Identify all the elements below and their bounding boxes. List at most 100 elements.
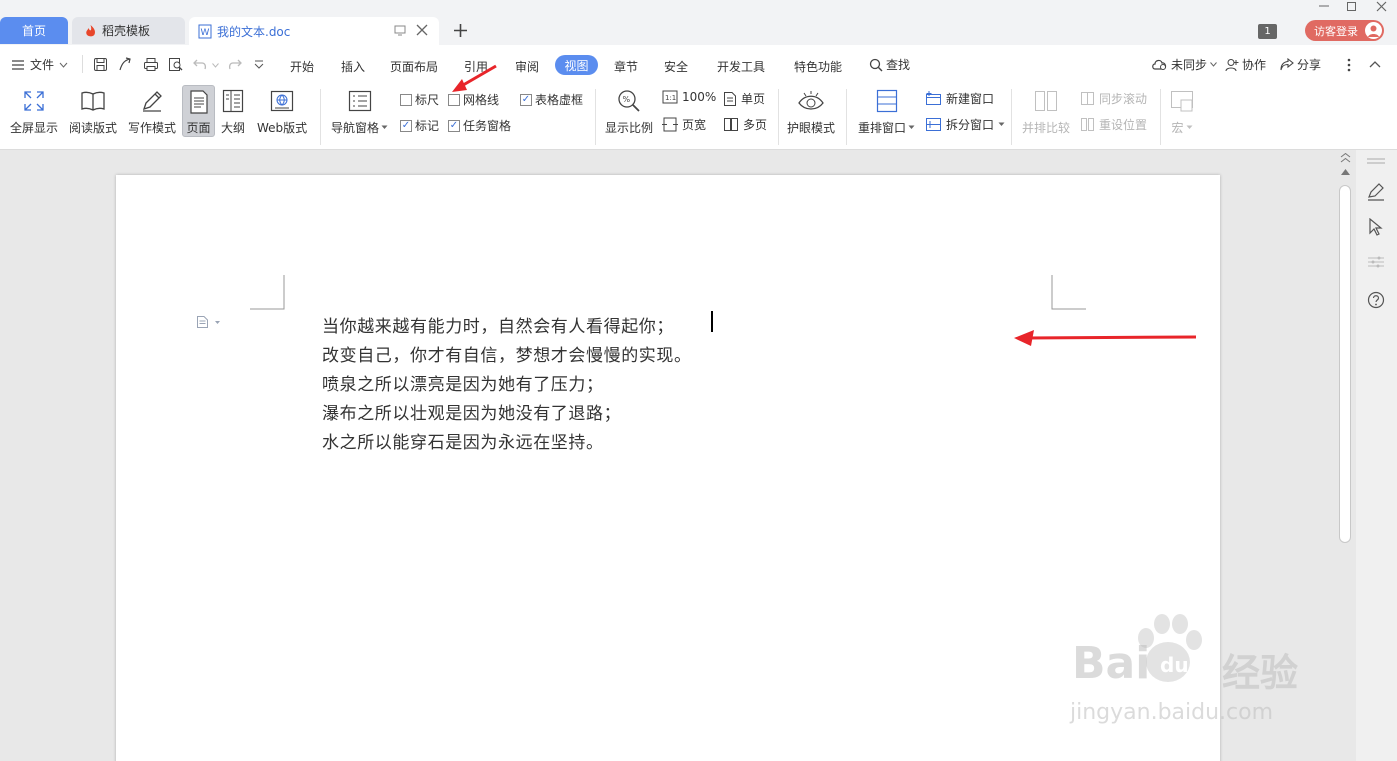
watermark-url: jingyan.baidu.com <box>1070 700 1274 725</box>
zoom-ratio-button[interactable]: % 显示比例 <box>605 88 653 136</box>
menu-insert[interactable]: 插入 <box>341 58 365 75</box>
side-by-side-icon <box>1034 88 1058 114</box>
more-options-icon[interactable] <box>1347 58 1351 72</box>
multi-page-button[interactable]: 多页 <box>723 116 767 133</box>
outline-button[interactable]: 大纲 <box>221 88 245 136</box>
collapse-ribbon-icon[interactable] <box>1369 60 1381 68</box>
ruler-label: 标尺 <box>415 93 440 107</box>
single-page-label: 单页 <box>741 92 766 106</box>
menu-review[interactable]: 审阅 <box>515 58 539 75</box>
menu-developer[interactable]: 开发工具 <box>717 58 765 75</box>
menu-start[interactable]: 开始 <box>290 58 314 75</box>
close-tab-icon[interactable] <box>416 24 428 36</box>
zoom-ratio-label: 显示比例 <box>605 121 654 135</box>
pin-window-icon[interactable] <box>394 25 406 36</box>
read-mode-button[interactable]: 阅读版式 <box>69 88 117 136</box>
reset-position-button[interactable]: 重设位置 <box>1080 116 1147 133</box>
marks-checkbox[interactable]: ✓ 标记 <box>400 117 439 134</box>
title-bar: 首页 稻壳模板 W 我的文本.doc 1 访客登录 <box>0 0 1397 45</box>
share-label: 分享 <box>1297 58 1322 72</box>
share-button[interactable]: 分享 <box>1280 56 1321 73</box>
undo-dropdown-icon[interactable] <box>212 63 219 68</box>
read-mode-label: 阅读版式 <box>69 121 118 135</box>
eye-mode-button[interactable]: 护眼模式 <box>787 88 835 136</box>
nav-pane-button[interactable]: 导航窗格 <box>331 88 388 136</box>
divider <box>82 55 83 73</box>
paragraph-options-icon[interactable] <box>196 315 222 329</box>
page-view-button[interactable]: 页面 <box>182 85 215 137</box>
divider <box>595 89 596 145</box>
macro-button[interactable]: 宏 <box>1170 88 1194 136</box>
file-menu[interactable]: 文件 <box>11 56 68 73</box>
login-button[interactable]: 访客登录 <box>1305 20 1384 41</box>
save-icon[interactable] <box>93 57 108 72</box>
menu-security[interactable]: 安全 <box>664 58 688 75</box>
menu-chapter[interactable]: 章节 <box>614 58 638 75</box>
tab-home[interactable]: 首页 <box>0 17 68 44</box>
zoom-100-button[interactable]: 1:1 100% <box>662 90 716 104</box>
sync-scroll-button[interactable]: 同步滚动 <box>1080 90 1147 107</box>
undo-icon[interactable] <box>193 57 208 71</box>
sync-scroll-label: 同步滚动 <box>1099 92 1148 106</box>
tab-templates[interactable]: 稻壳模板 <box>72 17 185 44</box>
divider <box>1160 89 1161 145</box>
window-count-badge[interactable]: 1 <box>1258 24 1277 39</box>
select-cursor-icon[interactable] <box>1368 218 1384 236</box>
eye-mode-label: 护眼模式 <box>787 121 836 135</box>
tab-document[interactable]: W 我的文本.doc <box>189 17 439 45</box>
split-window-icon <box>925 117 942 132</box>
page-width-button[interactable]: 页宽 <box>662 116 706 133</box>
document-line[interactable]: 当你越来越有能力时，自然会有人看得起你； <box>322 312 674 337</box>
menu-features[interactable]: 特色功能 <box>794 58 842 75</box>
sync-button[interactable]: 未同步 <box>1151 56 1217 73</box>
scroll-up-arrow-icon[interactable] <box>1340 168 1351 176</box>
svg-text:W: W <box>201 28 210 38</box>
print-preview-icon[interactable] <box>168 57 184 72</box>
write-mode-label: 写作模式 <box>128 121 177 135</box>
macro-label: 宏 <box>1171 121 1184 135</box>
split-window-button[interactable]: 拆分窗口 <box>925 116 1005 133</box>
minimize-icon[interactable] <box>1318 0 1330 10</box>
document-page[interactable] <box>116 175 1220 761</box>
help-icon[interactable] <box>1367 291 1385 309</box>
quick-access-more-icon[interactable] <box>254 60 264 69</box>
fullscreen-button[interactable]: 全屏显示 <box>10 88 58 136</box>
ruler-checkbox[interactable]: 标尺 <box>400 91 439 108</box>
print-icon[interactable] <box>143 57 159 72</box>
task-pane-checkbox[interactable]: ✓ 任务窗格 <box>448 117 511 134</box>
export-pdf-icon[interactable] <box>118 57 133 72</box>
margin-corner-mark <box>250 275 285 310</box>
scrollbar-thumb[interactable] <box>1339 185 1351 543</box>
document-line[interactable]: 改变自己，你才有自信，梦想才会慢慢的实现。 <box>322 341 692 366</box>
side-by-side-button[interactable]: 并排比较 <box>1022 88 1070 136</box>
write-mode-button[interactable]: 写作模式 <box>128 88 176 136</box>
web-layout-button[interactable]: Web版式 <box>257 88 307 136</box>
close-window-icon[interactable] <box>1376 1 1388 13</box>
single-page-button[interactable]: 单页 <box>723 90 765 107</box>
watermark-brand: Bai <box>1072 638 1151 689</box>
table-frame-checkbox[interactable]: ✓ 表格虚框 <box>520 91 583 108</box>
document-line[interactable]: 水之所以能穿石是因为永远在坚持。 <box>322 428 604 453</box>
sidebar-handle-icon[interactable] <box>1366 158 1386 164</box>
checkbox-box: ✓ <box>448 119 460 132</box>
document-line[interactable]: 瀑布之所以壮观是因为她没有了退路； <box>322 399 621 424</box>
collaborate-button[interactable]: 协作 <box>1225 56 1266 73</box>
rearrange-windows-button[interactable]: 重排窗口 <box>858 88 915 136</box>
settings-sliders-icon[interactable] <box>1367 254 1385 270</box>
redo-icon[interactable] <box>227 57 242 71</box>
new-window-button[interactable]: 新建窗口 <box>925 90 994 107</box>
search-button[interactable]: 查找 <box>869 56 910 73</box>
menu-view[interactable]: 视图 <box>555 55 598 75</box>
outline-label: 大纲 <box>221 121 246 135</box>
scroll-up-icon[interactable] <box>1340 153 1351 163</box>
new-tab-icon[interactable] <box>453 23 468 38</box>
share-icon <box>1280 58 1294 71</box>
document-line[interactable]: 喷泉之所以漂亮是因为她有了压力； <box>322 370 604 395</box>
edit-pen-icon[interactable] <box>1367 183 1385 201</box>
task-pane-label: 任务窗格 <box>463 119 512 133</box>
web-layout-label: Web版式 <box>257 121 308 135</box>
maximize-icon[interactable] <box>1346 1 1358 13</box>
menu-bar: 文件 开始 插入 页面布局 引用 审阅 视图 章节 安全 开发工具 特色功能 查… <box>0 45 1397 83</box>
menu-page-layout[interactable]: 页面布局 <box>390 58 438 75</box>
new-window-label: 新建窗口 <box>946 92 995 106</box>
